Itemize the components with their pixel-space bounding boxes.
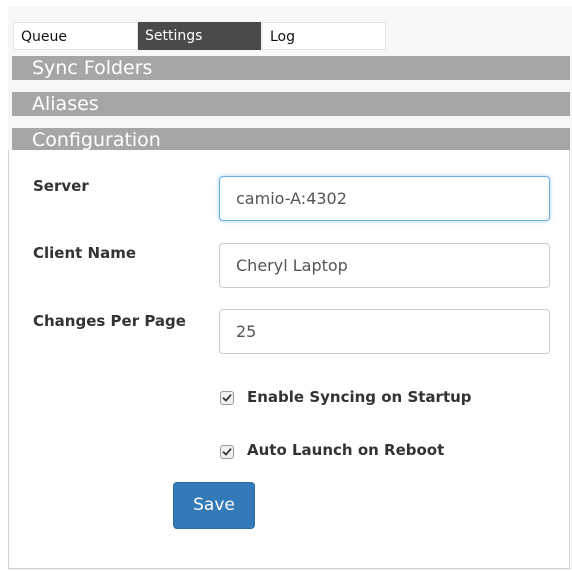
checkmark-icon (222, 448, 232, 456)
save-button[interactable]: Save (173, 482, 255, 529)
auto-launch-label: Auto Launch on Reboot (247, 441, 445, 459)
enable-syncing-checkbox[interactable] (220, 391, 234, 405)
checkmark-icon (222, 394, 232, 402)
auto-launch-checkbox[interactable] (220, 445, 234, 459)
section-sync-folders[interactable]: Sync Folders (12, 56, 570, 80)
section-configuration[interactable]: Configuration (12, 128, 570, 152)
changes-per-page-label: Changes Per Page (33, 312, 186, 330)
server-input[interactable] (219, 176, 550, 221)
tab-settings[interactable]: Settings (138, 22, 261, 50)
client-name-input[interactable] (219, 243, 550, 288)
server-label: Server (33, 177, 89, 195)
client-name-label: Client Name (33, 244, 137, 262)
section-aliases[interactable]: Aliases (12, 92, 570, 116)
tab-log[interactable]: Log (262, 22, 386, 50)
tab-queue[interactable]: Queue (13, 22, 138, 50)
enable-syncing-label: Enable Syncing on Startup (247, 388, 472, 406)
changes-per-page-input[interactable] (219, 309, 550, 354)
